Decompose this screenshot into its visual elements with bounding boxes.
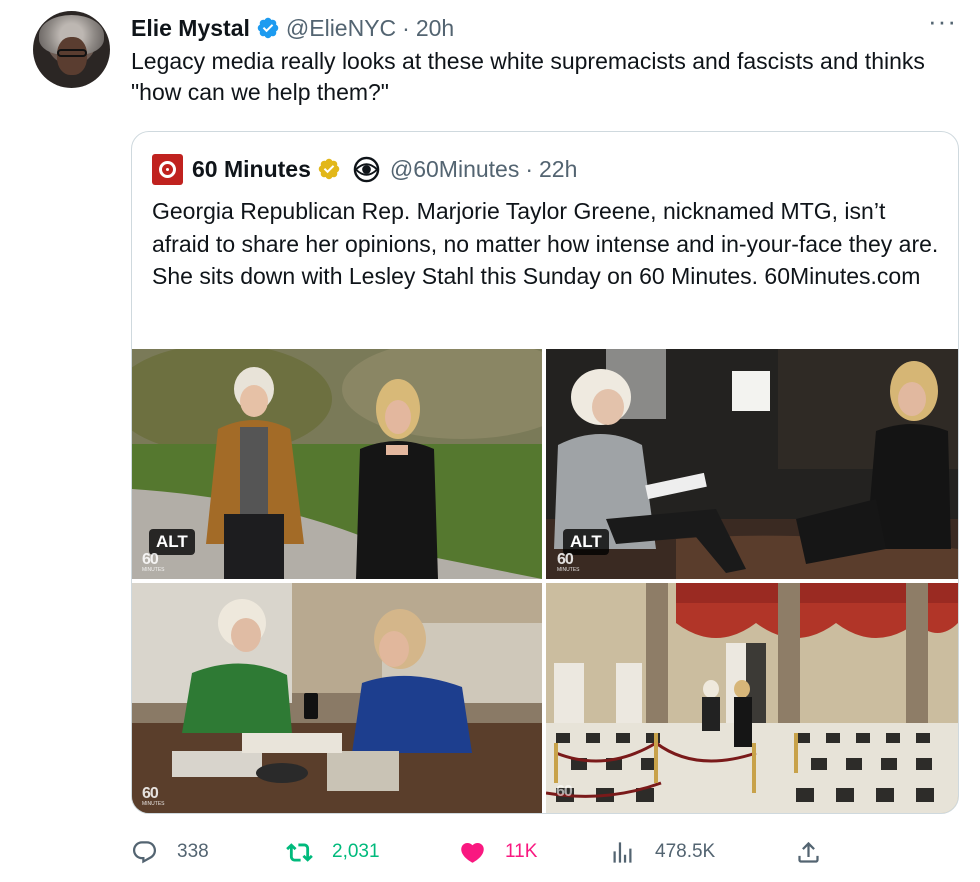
like-icon bbox=[461, 842, 484, 863]
sixty-minutes-watermark: 60 bbox=[556, 783, 573, 800]
media-grid: ALT 60 MINUTES ALT 60 MINUTES 60 MINUTES… bbox=[132, 349, 958, 813]
sixty-minutes-watermark: 60 MINUTES bbox=[557, 551, 580, 574]
reply-icon bbox=[132, 840, 157, 863]
views-icon bbox=[613, 841, 632, 863]
display-name[interactable]: Elie Mystal bbox=[131, 15, 250, 42]
retweet-button[interactable]: 2,031 bbox=[286, 835, 380, 869]
watermark-number: 60 bbox=[142, 551, 159, 568]
like-button[interactable]: 11K bbox=[459, 835, 537, 869]
verified-badge-icon bbox=[257, 17, 279, 39]
photo-4-scene bbox=[546, 583, 958, 813]
quote-handle[interactable]: @60Minutes bbox=[390, 156, 519, 183]
quote-text: Georgia Republican Rep. Marjorie Taylor … bbox=[152, 198, 939, 289]
views-count: 478.5K bbox=[655, 841, 716, 862]
tweet-text: Legacy media really looks at these white… bbox=[131, 48, 925, 105]
avatar[interactable] bbox=[33, 11, 110, 88]
reply-count: 338 bbox=[177, 841, 209, 862]
quoted-tweet[interactable]: 60 Minutes @60Minutes · 22h Georgia Repu… bbox=[131, 131, 959, 814]
photo-3-scene bbox=[132, 583, 542, 813]
like-count: 11K bbox=[505, 841, 538, 862]
quote-timestamp[interactable]: 22h bbox=[539, 156, 577, 183]
quote-header: 60 Minutes @60Minutes · 22h bbox=[152, 153, 577, 185]
gold-check-icon bbox=[318, 158, 340, 180]
reply-button[interactable]: 338 bbox=[131, 835, 209, 869]
watermark-number: 60 bbox=[557, 551, 574, 568]
action-bar: 338 2,031 11K 478.5K bbox=[131, 835, 831, 869]
views-button[interactable]: 478.5K bbox=[609, 835, 715, 869]
watermark-sub: MINUTES bbox=[142, 567, 165, 573]
stopwatch-icon bbox=[159, 160, 176, 178]
tweet: Elie Mystal @ElieNYC · 20h ··· Legacy me… bbox=[0, 0, 980, 882]
media-photo-3[interactable]: 60 MINUTES bbox=[132, 583, 542, 813]
retweet-count: 2,031 bbox=[332, 841, 380, 862]
quote-avatar[interactable] bbox=[152, 153, 183, 185]
retweet-icon bbox=[286, 842, 313, 862]
sixty-minutes-watermark: 60 MINUTES bbox=[142, 785, 165, 808]
share-icon bbox=[798, 841, 819, 863]
quote-separator: · bbox=[525, 155, 534, 182]
more-icon[interactable]: ··· bbox=[928, 8, 956, 34]
share-button[interactable] bbox=[795, 835, 841, 869]
sixty-minutes-watermark: 60 MINUTES bbox=[142, 551, 165, 574]
media-photo-2[interactable]: ALT 60 MINUTES bbox=[546, 349, 958, 579]
quote-display-name[interactable]: 60 Minutes bbox=[192, 156, 311, 183]
watermark-number: 60 bbox=[142, 785, 159, 802]
avatar-glasses bbox=[57, 49, 87, 57]
watermark-sub: MINUTES bbox=[557, 567, 580, 573]
media-photo-4[interactable]: 60 bbox=[546, 583, 958, 813]
media-photo-1[interactable]: ALT 60 MINUTES bbox=[132, 349, 542, 579]
watermark-sub: MINUTES bbox=[142, 801, 165, 807]
cbs-eye-icon bbox=[353, 156, 380, 182]
separator: · bbox=[402, 14, 410, 41]
tweet-header: Elie Mystal @ElieNYC · 20h bbox=[131, 13, 454, 43]
handle[interactable]: @ElieNYC bbox=[286, 15, 396, 42]
timestamp[interactable]: 20h bbox=[416, 15, 454, 42]
